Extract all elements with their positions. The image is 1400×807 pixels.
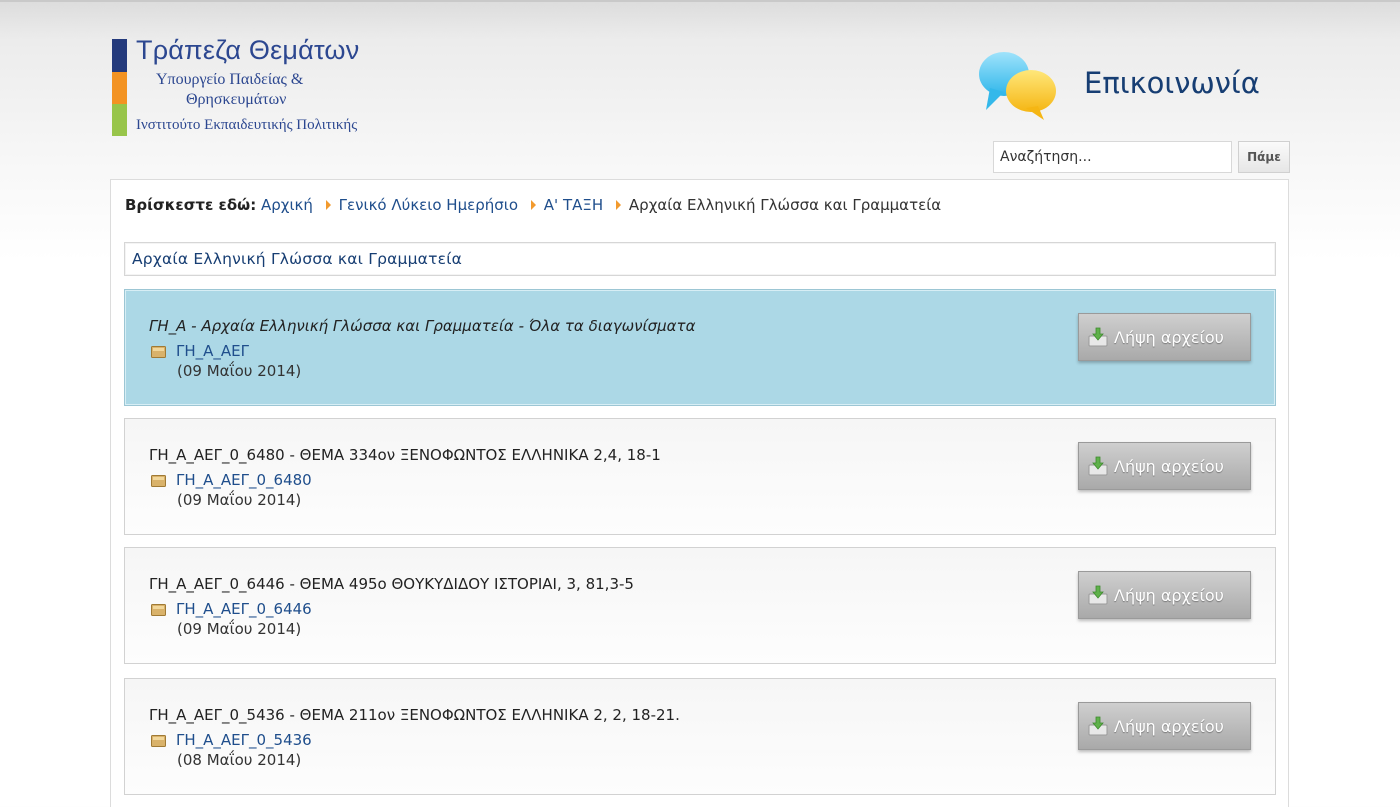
archive-file-icon	[151, 604, 166, 616]
list-item: ΓΗ_Α_ΑΕΓ_0_6446 - ΘΕΜΑ 495ο ΘΟΥΚΥΔΙΔΟΥ Ι…	[124, 547, 1276, 664]
list-item: ΓΗ_Α - Αρχαία Ελληνική Γλώσσα και Γραμμα…	[124, 289, 1276, 406]
top-border	[0, 0, 1400, 2]
item-date: (08 Μαΐου 2014)	[177, 751, 302, 769]
download-icon	[1088, 585, 1108, 605]
download-icon	[1088, 716, 1108, 736]
logo-bar-orange	[112, 72, 127, 104]
download-button[interactable]: Λήψη αρχείου	[1078, 442, 1251, 490]
breadcrumb-home[interactable]: Αρχική	[261, 196, 313, 214]
download-label: Λήψη αρχείου	[1114, 456, 1224, 476]
item-file-link[interactable]: ΓΗ_Α_ΑΕΓ_0_6446	[176, 600, 312, 618]
archive-file-icon	[151, 735, 166, 747]
item-title: ΓΗ_Α_ΑΕΓ_0_6480 - ΘΕΜΑ 334ον ΞΕΝΟΦΩΝΤΟΣ …	[149, 446, 661, 464]
search-button[interactable]: Πάμε	[1238, 141, 1290, 173]
item-title: ΓΗ_Α_ΑΕΓ_0_6446 - ΘΕΜΑ 495ο ΘΟΥΚΥΔΙΔΟΥ Ι…	[149, 575, 634, 593]
download-label: Λήψη αρχείου	[1114, 327, 1224, 347]
item-file-link[interactable]: ΓΗ_Α_ΑΕΓ_0_6480	[176, 471, 312, 489]
download-button[interactable]: Λήψη αρχείου	[1078, 313, 1251, 361]
breadcrumb-arrow-icon	[615, 200, 621, 210]
item-file-link[interactable]: ΓΗ_Α_ΑΕΓ	[176, 342, 249, 360]
logo-title: Τράπεζα Θεμάτων	[136, 35, 360, 65]
archive-file-icon	[151, 475, 166, 487]
breadcrumb-class[interactable]: Α' ΤΑΞΗ	[544, 196, 603, 214]
logo-ministry-line1: Υπουργείο Παιδείας &	[156, 71, 304, 88]
item-date: (09 Μαΐου 2014)	[177, 362, 302, 380]
main-content: Βρίσκεστε εδώ: Αρχική Γενικό Λύκειο Ημερ…	[110, 179, 1289, 807]
download-button[interactable]: Λήψη αρχείου	[1078, 571, 1251, 619]
list-item: ΓΗ_Α_ΑΕΓ_0_5436 - ΘΕΜΑ 211ον ΞΕΝΟΦΩΝΤΟΣ …	[124, 678, 1276, 795]
download-label: Λήψη αρχείου	[1114, 716, 1224, 736]
logo-institute: Ινστιτούτο Εκπαιδευτικής Πολιτικής	[136, 117, 358, 133]
list-item: ΓΗ_Α_ΑΕΓ_0_6480 - ΘΕΜΑ 334ον ΞΕΝΟΦΩΝΤΟΣ …	[124, 418, 1276, 535]
logo-bar-blue	[112, 39, 127, 72]
contact-link[interactable]: Επικοινωνία	[1084, 66, 1260, 100]
download-icon	[1088, 456, 1108, 476]
breadcrumb-arrow-icon	[325, 200, 331, 210]
breadcrumb-arrow-icon	[530, 200, 536, 210]
download-button[interactable]: Λήψη αρχείου	[1078, 702, 1251, 750]
download-icon	[1088, 327, 1108, 347]
logo-ministry-line2: Θρησκευμάτων	[186, 91, 287, 108]
category-title: Αρχαία Ελληνική Γλώσσα και Γραμματεία	[124, 242, 1276, 276]
search-input[interactable]	[993, 141, 1232, 173]
item-file-link[interactable]: ΓΗ_Α_ΑΕΓ_0_5436	[176, 731, 312, 749]
breadcrumb: Βρίσκεστε εδώ: Αρχική Γενικό Λύκειο Ημερ…	[125, 196, 941, 214]
download-label: Λήψη αρχείου	[1114, 585, 1224, 605]
speech-bubbles-icon[interactable]	[976, 48, 1060, 122]
item-date: (09 Μαΐου 2014)	[177, 491, 302, 509]
item-date: (09 Μαΐου 2014)	[177, 620, 302, 638]
breadcrumb-lead: Βρίσκεστε εδώ:	[125, 196, 257, 214]
breadcrumb-lyceum[interactable]: Γενικό Λύκειο Ημερήσιο	[339, 196, 518, 214]
item-title: ΓΗ_Α - Αρχαία Ελληνική Γλώσσα και Γραμμα…	[149, 317, 696, 335]
logo-bar-green	[112, 104, 127, 136]
archive-file-icon	[151, 346, 166, 358]
breadcrumb-current: Αρχαία Ελληνική Γλώσσα και Γραμματεία	[628, 196, 942, 214]
site-logo[interactable]: Τράπεζα Θεμάτων Υπουργείο Παιδείας & Θρη…	[112, 35, 392, 137]
item-title: ΓΗ_Α_ΑΕΓ_0_5436 - ΘΕΜΑ 211ον ΞΕΝΟΦΩΝΤΟΣ …	[149, 706, 680, 724]
